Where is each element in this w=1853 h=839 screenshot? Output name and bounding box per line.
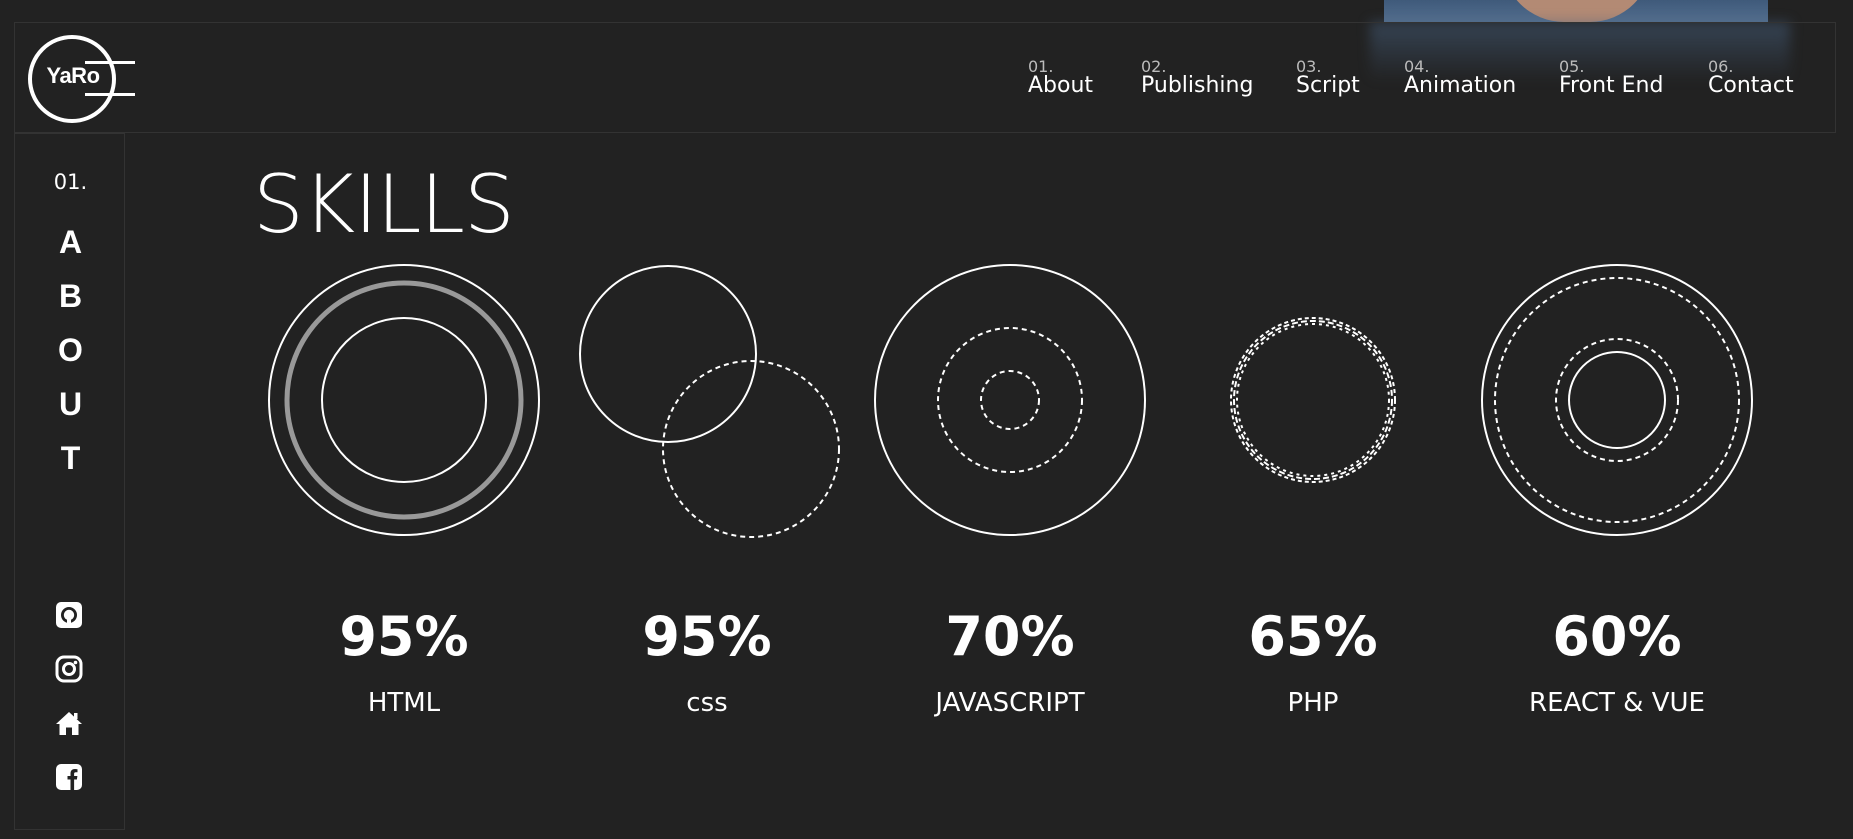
html-rings bbox=[268, 264, 540, 536]
react-vue-rings bbox=[1481, 264, 1753, 536]
skill-name-html: HTML bbox=[367, 688, 441, 718]
skill-percent-react-vue: 60% bbox=[1552, 605, 1682, 668]
skill-percent-html: 95% bbox=[339, 605, 469, 668]
skill-name-css: css bbox=[686, 688, 728, 718]
skill-percent-php: 65% bbox=[1248, 605, 1378, 668]
css-rings bbox=[579, 265, 840, 538]
skill-name-react-vue: REACT & VUE bbox=[1529, 688, 1705, 718]
skill-name-javascript: JAVASCRIPT bbox=[935, 688, 1085, 718]
skill-percent-javascript: 70% bbox=[945, 605, 1075, 668]
skill-name-php: PHP bbox=[1287, 688, 1339, 718]
javascript-rings bbox=[874, 264, 1146, 536]
php-rings bbox=[1230, 317, 1396, 483]
skill-percent-css: 95% bbox=[642, 605, 772, 668]
